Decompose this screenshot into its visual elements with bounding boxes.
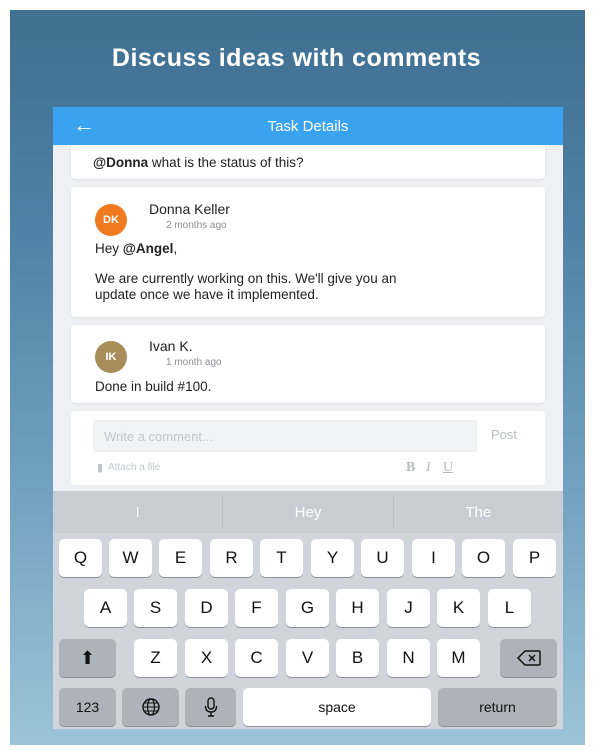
comment-greeting: Hey @Angel, — [95, 241, 178, 256]
key-t[interactable]: T — [260, 539, 303, 577]
comment-input[interactable] — [93, 420, 477, 452]
underline-button[interactable]: U — [443, 460, 453, 476]
key-n[interactable]: N — [387, 639, 430, 677]
key-o[interactable]: O — [462, 539, 505, 577]
avatar: IK — [95, 341, 127, 373]
key-b[interactable]: B — [336, 639, 379, 677]
key-j[interactable]: J — [387, 589, 430, 627]
mention[interactable]: @Angel — [123, 241, 174, 256]
key-a[interactable]: A — [84, 589, 127, 627]
comment-card: @Donna what is the status of this? — [71, 145, 545, 179]
arrow-left-icon[interactable]: ← — [73, 112, 95, 138]
avatar: DK — [95, 204, 127, 236]
comment-composer: Post ▮ Attach a file B I U — [71, 411, 545, 485]
comment-body: We are currently working on this. We'll … — [95, 271, 397, 302]
key-x[interactable]: X — [185, 639, 228, 677]
attach-file-label: Attach a file — [108, 462, 161, 473]
key-y[interactable]: Y — [311, 539, 354, 577]
keyboard: I Hey The Q W E R T Y U I O P A S D F G … — [53, 491, 563, 729]
return-key[interactable]: return — [438, 688, 557, 726]
microphone-key[interactable] — [185, 688, 236, 726]
mention[interactable]: @Donna — [93, 155, 148, 170]
comment-body: Done in build #100. — [95, 379, 212, 394]
suggestion-item[interactable]: I — [53, 491, 222, 533]
italic-button[interactable]: I — [426, 460, 431, 476]
key-w[interactable]: W — [109, 539, 152, 577]
key-u[interactable]: U — [361, 539, 404, 577]
key-l[interactable]: L — [488, 589, 531, 627]
shift-icon: ⬆ — [79, 647, 96, 668]
phone-screen: ← Task Details @Donna what is the status… — [53, 107, 563, 729]
key-k[interactable]: K — [437, 589, 480, 627]
key-r[interactable]: R — [210, 539, 253, 577]
comment-author: Ivan K. — [149, 338, 193, 354]
comment-text: @Donna what is the status of this? — [93, 155, 304, 170]
bold-button[interactable]: B — [406, 460, 415, 476]
post-button[interactable]: Post — [491, 427, 517, 442]
key-v[interactable]: V — [286, 639, 329, 677]
key-p[interactable]: P — [513, 539, 556, 577]
key-m[interactable]: M — [437, 639, 480, 677]
app-bar: ← Task Details — [53, 107, 563, 145]
space-key[interactable]: space — [243, 688, 431, 726]
key-g[interactable]: G — [286, 589, 329, 627]
key-s[interactable]: S — [134, 589, 177, 627]
shift-key[interactable]: ⬆ — [59, 639, 116, 677]
key-z[interactable]: Z — [134, 639, 177, 677]
suggestion-item[interactable]: The — [394, 491, 563, 533]
key-q[interactable]: Q — [59, 539, 102, 577]
key-i[interactable]: I — [412, 539, 455, 577]
comment-card: DK Donna Keller 2 months ago Hey @Angel,… — [71, 187, 545, 317]
key-c[interactable]: C — [235, 639, 278, 677]
comment-card: IK Ivan K. 1 month ago Done in build #10… — [71, 325, 545, 403]
attach-file-button[interactable]: ▮ Attach a file — [97, 461, 160, 474]
key-f[interactable]: F — [235, 589, 278, 627]
promo-headline: Discuss ideas with comments — [111, 44, 482, 72]
globe-key[interactable] — [122, 688, 179, 726]
backspace-key[interactable] — [500, 639, 557, 677]
suggestion-bar: I Hey The — [53, 491, 563, 533]
backspace-icon — [516, 650, 541, 666]
key-d[interactable]: D — [185, 589, 228, 627]
paperclip-icon: ▮ — [97, 462, 104, 474]
numbers-key[interactable]: 123 — [59, 688, 116, 726]
key-h[interactable]: H — [336, 589, 379, 627]
comment-author: Donna Keller — [149, 201, 230, 217]
suggestion-item[interactable]: Hey — [223, 491, 392, 533]
comment-time: 2 months ago — [166, 220, 227, 231]
key-e[interactable]: E — [159, 539, 202, 577]
comment-time: 1 month ago — [166, 357, 222, 368]
microphone-icon — [204, 697, 217, 717]
page-title: Task Details — [267, 117, 349, 135]
globe-icon — [141, 698, 160, 716]
